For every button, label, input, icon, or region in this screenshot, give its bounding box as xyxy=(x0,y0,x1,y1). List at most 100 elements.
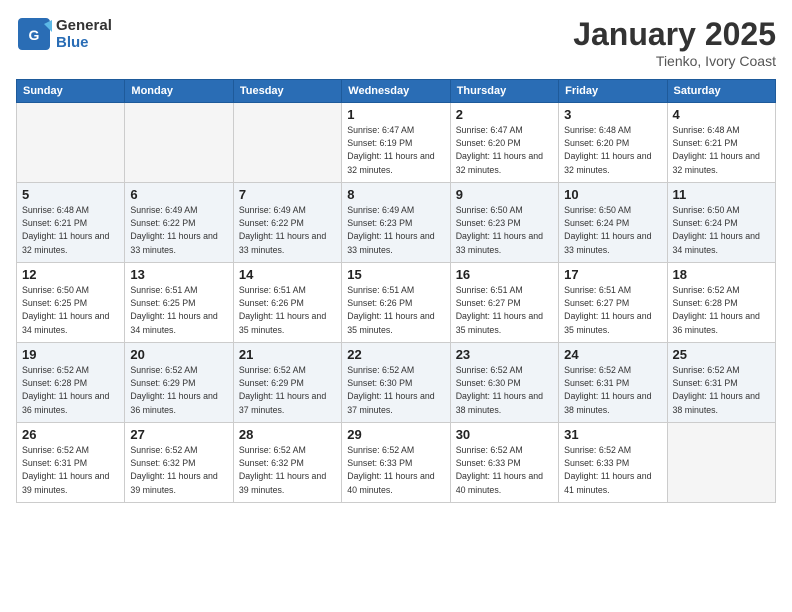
calendar-cell: 31 Sunrise: 6:52 AMSunset: 6:33 PMDayligh… xyxy=(559,423,667,503)
day-info: Sunrise: 6:47 AMSunset: 6:19 PMDaylight:… xyxy=(347,124,444,177)
calendar-week-3: 12 Sunrise: 6:50 AMSunset: 6:25 PMDayligh… xyxy=(17,263,776,343)
logo-blue: Blue xyxy=(56,34,112,51)
day-info: Sunrise: 6:51 AMSunset: 6:27 PMDaylight:… xyxy=(456,284,553,337)
day-number: 14 xyxy=(239,267,336,282)
calendar-week-2: 5 Sunrise: 6:48 AMSunset: 6:21 PMDaylight… xyxy=(17,183,776,263)
day-info: Sunrise: 6:51 AMSunset: 6:25 PMDaylight:… xyxy=(130,284,227,337)
calendar-cell: 8Sunrise: 6:49 AMSunset: 6:23 PMDaylight… xyxy=(342,183,450,263)
day-number: 27 xyxy=(130,427,227,442)
day-info: Sunrise: 6:52 AMSunset: 6:28 PMDaylight:… xyxy=(673,284,770,337)
calendar-week-5: 26 Sunrise: 6:52 AMSunset: 6:31 PMDayligh… xyxy=(17,423,776,503)
weekday-header-tuesday: Tuesday xyxy=(233,80,341,103)
day-number: 21 xyxy=(239,347,336,362)
calendar-cell: 1 Sunrise: 6:47 AMSunset: 6:19 PMDaylight… xyxy=(342,103,450,183)
day-info: Sunrise: 6:48 AMSunset: 6:21 PMDaylight:… xyxy=(673,124,770,177)
calendar-cell: 23Sunrise: 6:52 AMSunset: 6:30 PMDayligh… xyxy=(450,343,558,423)
title-block: January 2025 Tienko, Ivory Coast xyxy=(573,16,776,69)
calendar: SundayMondayTuesdayWednesdayThursdayFrid… xyxy=(16,79,776,503)
day-info: Sunrise: 6:52 AMSunset: 6:30 PMDaylight:… xyxy=(347,364,444,417)
day-number: 5 xyxy=(22,187,119,202)
day-number: 31 xyxy=(564,427,661,442)
day-info: Sunrise: 6:52 AMSunset: 6:32 PMDaylight:… xyxy=(130,444,227,497)
day-info: Sunrise: 6:50 AMSunset: 6:23 PMDaylight:… xyxy=(456,204,553,257)
day-number: 26 xyxy=(22,427,119,442)
calendar-cell: 17 Sunrise: 6:51 AMSunset: 6:27 PMDayligh… xyxy=(559,263,667,343)
day-info: Sunrise: 6:52 AMSunset: 6:33 PMDaylight:… xyxy=(347,444,444,497)
calendar-cell: 4 Sunrise: 6:48 AMSunset: 6:21 PMDaylight… xyxy=(667,103,775,183)
calendar-cell: 25 Sunrise: 6:52 AMSunset: 6:31 PMDayligh… xyxy=(667,343,775,423)
day-info: Sunrise: 6:51 AMSunset: 6:26 PMDaylight:… xyxy=(239,284,336,337)
day-info: Sunrise: 6:52 AMSunset: 6:30 PMDaylight:… xyxy=(456,364,553,417)
svg-text:G: G xyxy=(29,27,40,43)
day-info: Sunrise: 6:52 AMSunset: 6:33 PMDaylight:… xyxy=(456,444,553,497)
day-number: 25 xyxy=(673,347,770,362)
day-number: 28 xyxy=(239,427,336,442)
calendar-cell: 28 Sunrise: 6:52 AMSunset: 6:32 PMDayligh… xyxy=(233,423,341,503)
day-info: Sunrise: 6:50 AMSunset: 6:25 PMDaylight:… xyxy=(22,284,119,337)
logo-general: General xyxy=(56,17,112,34)
calendar-cell: 20Sunrise: 6:52 AMSunset: 6:29 PMDayligh… xyxy=(125,343,233,423)
day-info: Sunrise: 6:50 AMSunset: 6:24 PMDaylight:… xyxy=(564,204,661,257)
calendar-cell: 29Sunrise: 6:52 AMSunset: 6:33 PMDayligh… xyxy=(342,423,450,503)
calendar-cell: 27 Sunrise: 6:52 AMSunset: 6:32 PMDayligh… xyxy=(125,423,233,503)
calendar-cell: 5 Sunrise: 6:48 AMSunset: 6:21 PMDaylight… xyxy=(17,183,125,263)
day-number: 3 xyxy=(564,107,661,122)
day-info: Sunrise: 6:49 AMSunset: 6:22 PMDaylight:… xyxy=(239,204,336,257)
calendar-cell: 14 Sunrise: 6:51 AMSunset: 6:26 PMDayligh… xyxy=(233,263,341,343)
calendar-cell: 12 Sunrise: 6:50 AMSunset: 6:25 PMDayligh… xyxy=(17,263,125,343)
day-info: Sunrise: 6:52 AMSunset: 6:33 PMDaylight:… xyxy=(564,444,661,497)
day-number: 12 xyxy=(22,267,119,282)
weekday-header-row: SundayMondayTuesdayWednesdayThursdayFrid… xyxy=(17,80,776,103)
day-number: 22 xyxy=(347,347,444,362)
day-info: Sunrise: 6:52 AMSunset: 6:32 PMDaylight:… xyxy=(239,444,336,497)
day-number: 1 xyxy=(347,107,444,122)
calendar-cell: 21 Sunrise: 6:52 AMSunset: 6:29 PMDayligh… xyxy=(233,343,341,423)
subtitle: Tienko, Ivory Coast xyxy=(573,53,776,69)
weekday-header-friday: Friday xyxy=(559,80,667,103)
day-number: 11 xyxy=(673,187,770,202)
day-number: 13 xyxy=(130,267,227,282)
calendar-cell: 26 Sunrise: 6:52 AMSunset: 6:31 PMDayligh… xyxy=(17,423,125,503)
logo: G General Blue xyxy=(16,16,112,52)
weekday-header-monday: Monday xyxy=(125,80,233,103)
calendar-week-1: 1 Sunrise: 6:47 AMSunset: 6:19 PMDaylight… xyxy=(17,103,776,183)
day-info: Sunrise: 6:51 AMSunset: 6:26 PMDaylight:… xyxy=(347,284,444,337)
day-number: 17 xyxy=(564,267,661,282)
calendar-cell xyxy=(667,423,775,503)
day-info: Sunrise: 6:49 AMSunset: 6:23 PMDaylight:… xyxy=(347,204,444,257)
weekday-header-wednesday: Wednesday xyxy=(342,80,450,103)
day-number: 6 xyxy=(130,187,227,202)
calendar-cell: 15Sunrise: 6:51 AMSunset: 6:26 PMDayligh… xyxy=(342,263,450,343)
calendar-cell: 9 Sunrise: 6:50 AMSunset: 6:23 PMDaylight… xyxy=(450,183,558,263)
weekday-header-saturday: Saturday xyxy=(667,80,775,103)
calendar-cell: 30 Sunrise: 6:52 AMSunset: 6:33 PMDayligh… xyxy=(450,423,558,503)
calendar-cell: 3Sunrise: 6:48 AMSunset: 6:20 PMDaylight… xyxy=(559,103,667,183)
day-info: Sunrise: 6:50 AMSunset: 6:24 PMDaylight:… xyxy=(673,204,770,257)
day-info: Sunrise: 6:51 AMSunset: 6:27 PMDaylight:… xyxy=(564,284,661,337)
calendar-cell: 2Sunrise: 6:47 AMSunset: 6:20 PMDaylight… xyxy=(450,103,558,183)
calendar-cell: 13 Sunrise: 6:51 AMSunset: 6:25 PMDayligh… xyxy=(125,263,233,343)
header: G General Blue January 2025 Tienko, Ivor… xyxy=(16,16,776,69)
logo-icon: G xyxy=(16,16,52,52)
calendar-cell: 6Sunrise: 6:49 AMSunset: 6:22 PMDaylight… xyxy=(125,183,233,263)
calendar-cell: 7Sunrise: 6:49 AMSunset: 6:22 PMDaylight… xyxy=(233,183,341,263)
weekday-header-sunday: Sunday xyxy=(17,80,125,103)
day-number: 10 xyxy=(564,187,661,202)
day-info: Sunrise: 6:48 AMSunset: 6:21 PMDaylight:… xyxy=(22,204,119,257)
calendar-cell: 19 Sunrise: 6:52 AMSunset: 6:28 PMDayligh… xyxy=(17,343,125,423)
calendar-cell: 24Sunrise: 6:52 AMSunset: 6:31 PMDayligh… xyxy=(559,343,667,423)
day-number: 4 xyxy=(673,107,770,122)
day-number: 30 xyxy=(456,427,553,442)
day-info: Sunrise: 6:52 AMSunset: 6:28 PMDaylight:… xyxy=(22,364,119,417)
calendar-cell: 11 Sunrise: 6:50 AMSunset: 6:24 PMDayligh… xyxy=(667,183,775,263)
day-info: Sunrise: 6:52 AMSunset: 6:31 PMDaylight:… xyxy=(22,444,119,497)
day-info: Sunrise: 6:52 AMSunset: 6:31 PMDaylight:… xyxy=(673,364,770,417)
day-info: Sunrise: 6:52 AMSunset: 6:29 PMDaylight:… xyxy=(130,364,227,417)
calendar-cell xyxy=(125,103,233,183)
day-info: Sunrise: 6:52 AMSunset: 6:29 PMDaylight:… xyxy=(239,364,336,417)
calendar-cell: 10 Sunrise: 6:50 AMSunset: 6:24 PMDayligh… xyxy=(559,183,667,263)
day-number: 2 xyxy=(456,107,553,122)
day-number: 9 xyxy=(456,187,553,202)
day-number: 18 xyxy=(673,267,770,282)
day-number: 19 xyxy=(22,347,119,362)
